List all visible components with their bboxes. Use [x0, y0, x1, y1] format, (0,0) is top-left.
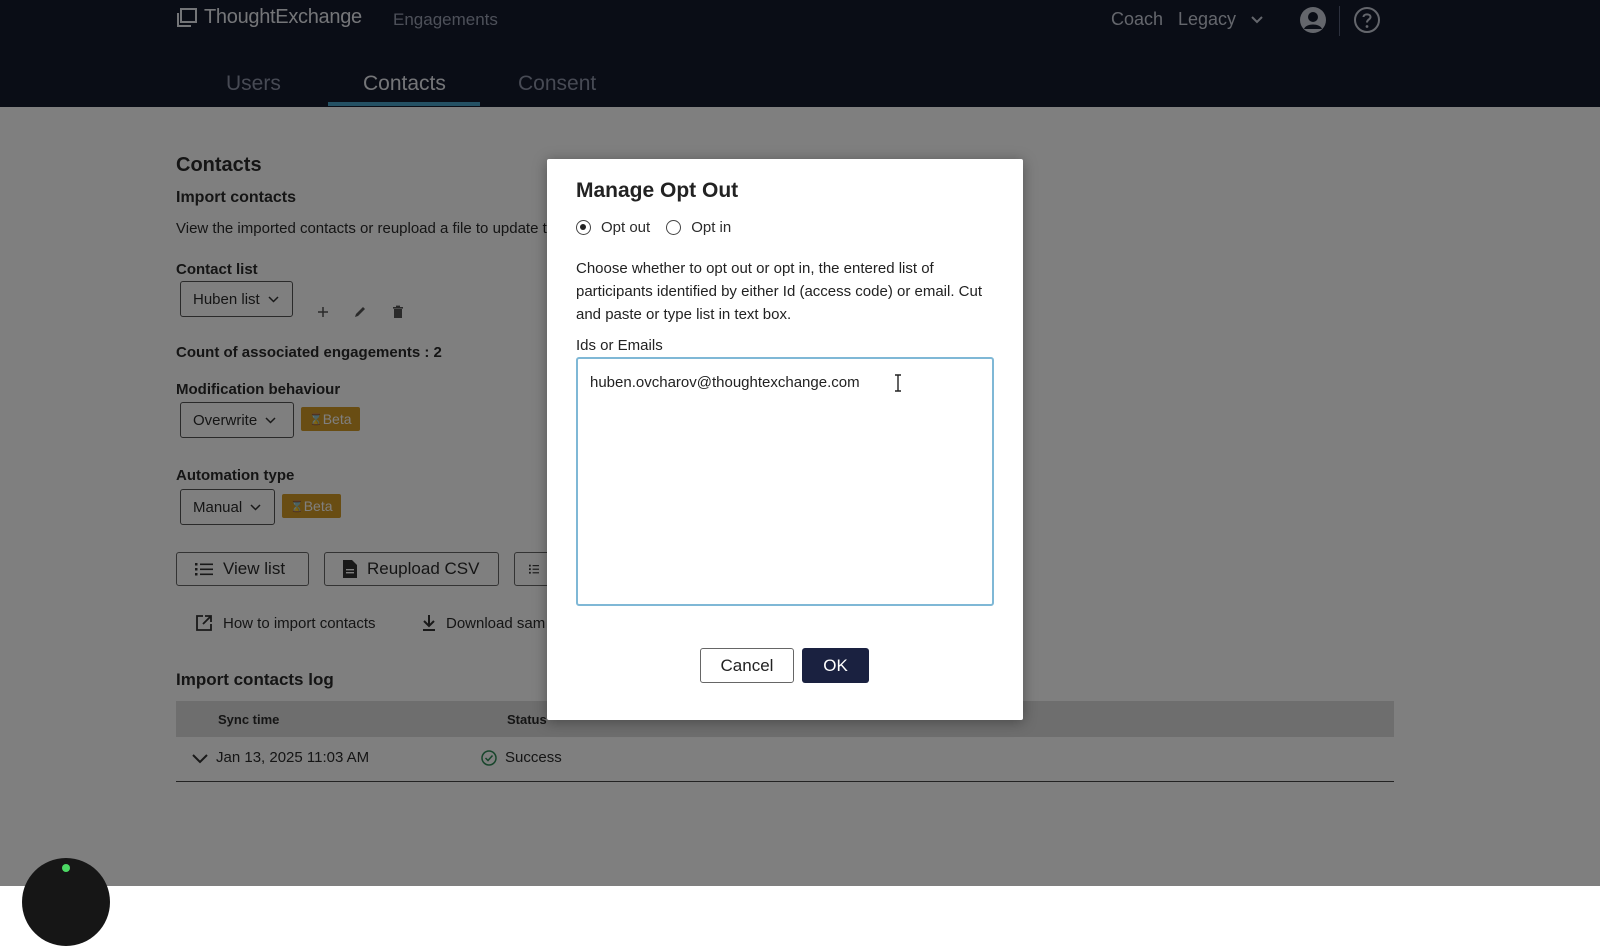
ids-or-emails-label: Ids or Emails	[576, 337, 663, 354]
ok-button[interactable]: OK	[802, 648, 869, 683]
manage-opt-out-dialog: Manage Opt Out Opt out Opt in Choose whe…	[547, 159, 1023, 720]
dialog-title: Manage Opt Out	[576, 179, 739, 202]
radio-selected-icon[interactable]	[576, 220, 591, 235]
opt-choice-radio-group: Opt out Opt in	[576, 219, 747, 236]
radio-unselected-icon[interactable]	[666, 220, 682, 235]
radio-opt-out-label: Opt out	[601, 219, 651, 236]
cancel-button[interactable]: Cancel	[700, 648, 794, 683]
ids-or-emails-textarea[interactable]: huben.ovcharov@thoughtexchange.com	[576, 357, 994, 606]
text-cursor-icon	[895, 374, 901, 392]
radio-opt-in[interactable]: Opt in	[666, 219, 731, 236]
dialog-description: Choose whether to opt out or opt in, the…	[576, 260, 983, 323]
status-dot-icon	[62, 864, 70, 872]
chat-launcher-button[interactable]	[22, 858, 110, 946]
radio-opt-in-label: Opt in	[691, 219, 732, 236]
radio-opt-out[interactable]: Opt out	[576, 219, 650, 236]
